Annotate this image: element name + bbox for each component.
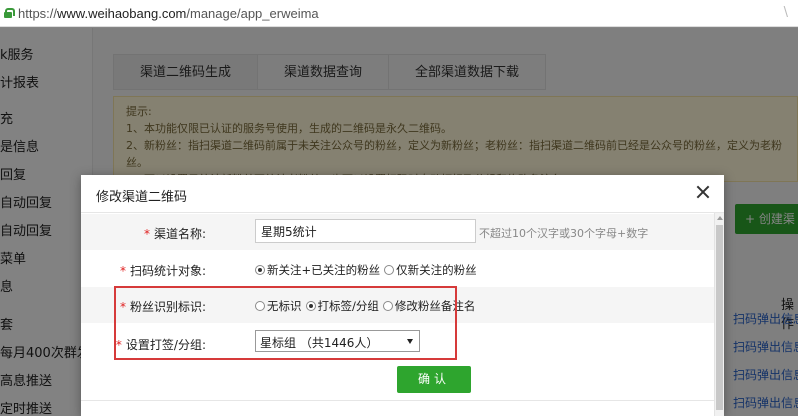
- edit-channel-qrcode-modal: 修改渠道二维码 * 渠道名称: 星期5统计 不超过10个汉字或30个字母+数字 *…: [81, 175, 724, 416]
- stat-target-label: * 扫码统计对象:: [120, 262, 206, 279]
- url-path: /manage/app_erweima: [186, 5, 319, 21]
- browser-url-bar[interactable]: https://www.weihaobang.com/manage/app_er…: [0, 0, 798, 27]
- required-mark: *: [143, 227, 150, 241]
- radio-dot-selected[interactable]: [255, 265, 265, 275]
- channel-name-row: * 渠道名称: 星期5统计 不超过10个汉字或30个字母+数字: [81, 214, 714, 250]
- browser-menu-icon[interactable]: \: [784, 5, 788, 20]
- radio-new-and-existing-fans[interactable]: 新关注+已关注的粉丝: [255, 262, 380, 278]
- highlight-annotation-box: [114, 286, 457, 360]
- radio-dot[interactable]: [384, 265, 395, 275]
- channel-name-hint: 不超过10个汉字或30个字母+数字: [479, 227, 649, 240]
- scroll-up-arrow-icon[interactable]: [717, 216, 723, 220]
- channel-name-label-text: 渠道名称:: [153, 227, 206, 241]
- url-text[interactable]: https://www.weihaobang.com/manage/app_er…: [18, 6, 319, 21]
- close-icon[interactable]: [694, 183, 712, 201]
- modal-title: 修改渠道二维码: [96, 190, 188, 205]
- stat-target-radio-group: 新关注+已关注的粉丝 仅新关注的粉丝: [255, 262, 481, 278]
- modal-header: 修改渠道二维码: [81, 175, 724, 213]
- scroll-thumb[interactable]: [716, 225, 723, 410]
- lock-icon: [4, 8, 15, 18]
- url-host: www.weihaobang.com: [57, 5, 187, 21]
- stat-target-row: * 扫码统计对象: 新关注+已关注的粉丝 仅新关注的粉丝: [81, 251, 714, 287]
- radio-new-fans-only[interactable]: 仅新关注的粉丝: [384, 262, 477, 278]
- required-mark: *: [119, 264, 126, 278]
- channel-name-input[interactable]: 星期5统计: [255, 219, 476, 243]
- confirm-button[interactable]: 确认: [397, 366, 471, 393]
- modal-footer-divider: [81, 400, 714, 401]
- url-prefix: https://: [18, 5, 58, 21]
- stat-target-label-text: 扫码统计对象:: [129, 264, 206, 278]
- channel-name-label: * 渠道名称:: [144, 225, 206, 242]
- modal-scrollbar[interactable]: [714, 213, 724, 416]
